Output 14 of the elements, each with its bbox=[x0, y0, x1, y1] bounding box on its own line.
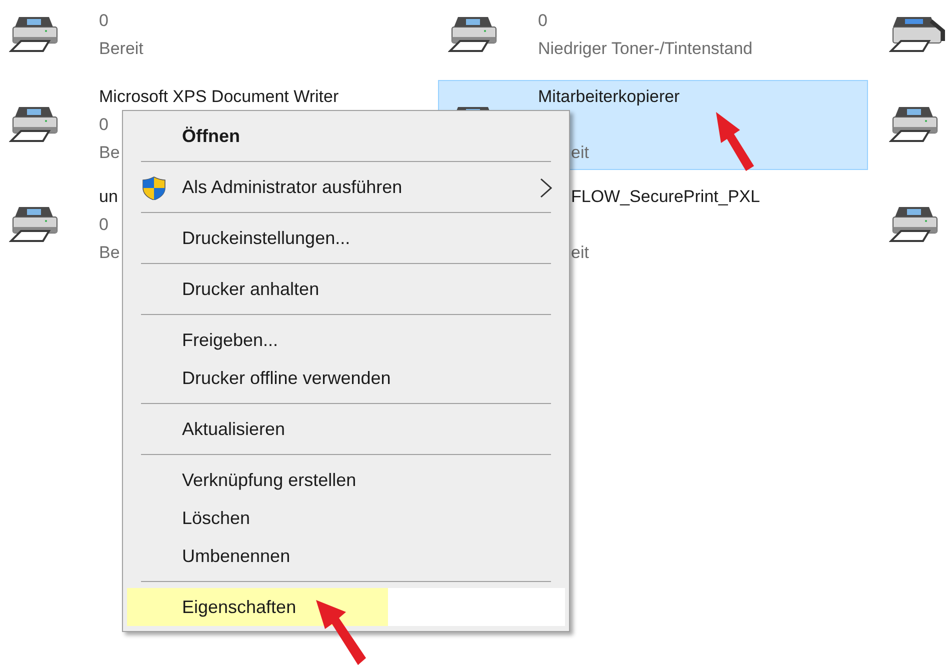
job-count: 0 bbox=[538, 10, 548, 32]
printer-status: eit bbox=[571, 142, 589, 164]
job-count: 0 bbox=[99, 114, 108, 136]
printer-name: Mitarbeiterkopierer bbox=[538, 86, 680, 108]
printer-status: eit bbox=[571, 242, 589, 264]
printer-status: Niedriger Toner-/Tintenstand bbox=[538, 38, 753, 60]
printer-name: Microsoft XPS Document Writer bbox=[99, 86, 339, 108]
printer-status: Be bbox=[99, 242, 120, 264]
printer-name: FLOW_SecurePrint_PXL bbox=[571, 186, 760, 208]
printer-name: un bbox=[99, 186, 118, 208]
job-count: 0 bbox=[99, 10, 108, 32]
printer-status: Be bbox=[99, 142, 120, 164]
printer-status: Bereit bbox=[99, 38, 144, 60]
job-count: 0 bbox=[99, 214, 108, 236]
